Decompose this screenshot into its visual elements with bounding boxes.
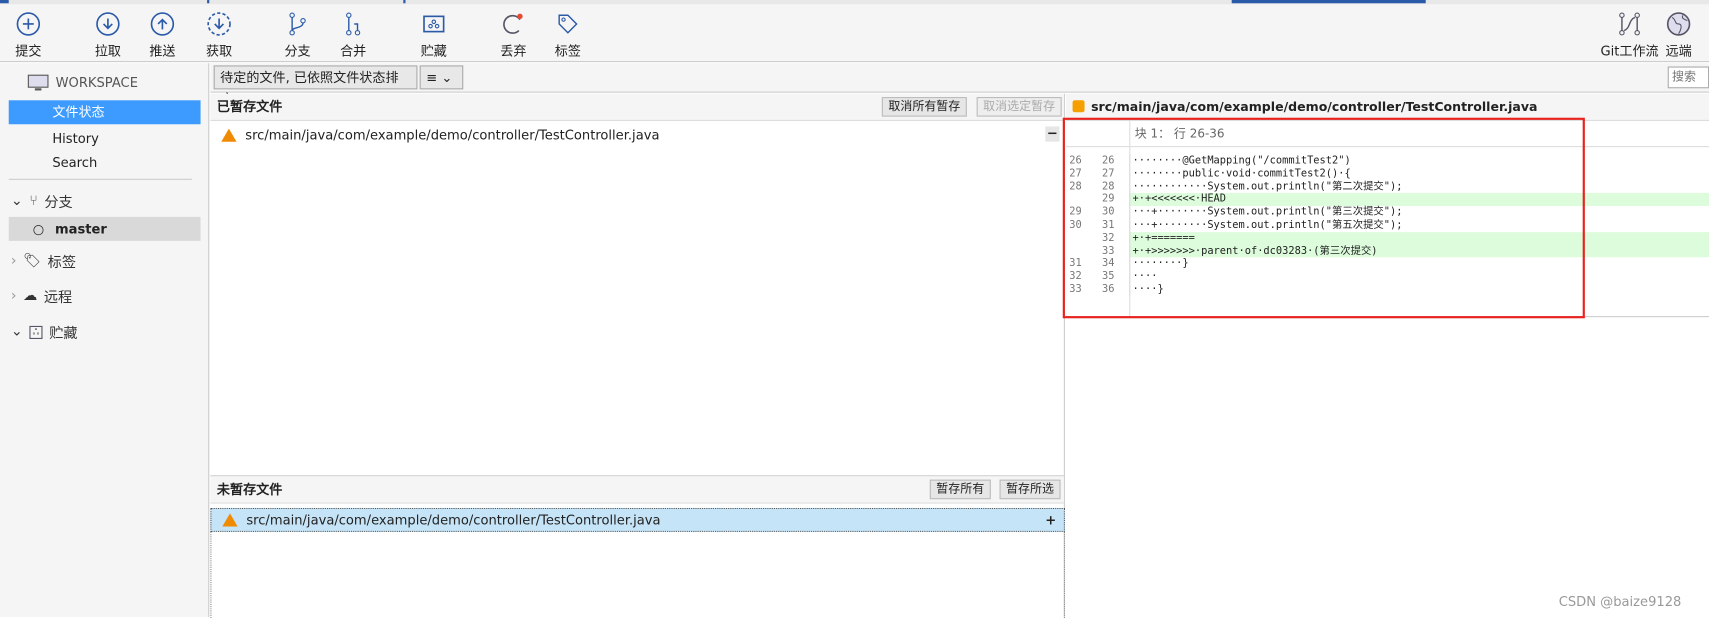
sidebar: WORKSPACE 文件状态 History Search ⌄ ⑂ 分支 ○ mast… — [0, 63, 210, 617]
unstaged-file-row[interactable]: src/main/java/com/example/demo/controlle… — [210, 507, 1065, 532]
search-input[interactable] — [1667, 66, 1709, 89]
chevron-down-icon: ⌄ — [10, 192, 23, 210]
stage-selected-button[interactable]: 暂存所选 — [999, 479, 1061, 500]
staged-file-row[interactable]: src/main/java/com/example/demo/controlle… — [210, 123, 1065, 147]
branch-name: master — [55, 221, 107, 237]
branches-section[interactable]: ⌄ ⑂ 分支 — [11, 191, 73, 212]
toolbar-stash-button[interactable]: 贮藏 — [407, 11, 462, 60]
chevron-right-icon: › — [10, 252, 17, 270]
push-icon — [150, 12, 175, 36]
toolbar-label: 拉取 — [94, 43, 121, 59]
stash-icon: ஃ — [29, 325, 43, 339]
chevron-down-icon: ⌄ — [10, 323, 23, 341]
toolbar-tag-button[interactable]: 标签 — [541, 11, 596, 60]
tag-icon: 🏷 — [23, 252, 42, 270]
stage-all-button[interactable]: 暂存所有 — [929, 479, 991, 500]
sidebar-item-file-status[interactable]: 文件状态 — [8, 100, 201, 125]
diff-file-path: src/main/java/com/example/demo/controlle… — [1091, 99, 1538, 115]
branch-item-master[interactable]: ○ master — [8, 216, 201, 241]
cloud-icon: ☁ — [23, 287, 38, 305]
toolbar-label: 贮藏 — [420, 43, 447, 59]
file-path: src/main/java/com/example/demo/controlle… — [246, 512, 661, 528]
tags-section[interactable]: › 🏷 标签 — [11, 251, 76, 272]
staged-title: 已暂存文件 — [216, 99, 283, 115]
remotes-section[interactable]: › ☁ 远程 — [11, 286, 72, 307]
toolbar-branch-button[interactable]: 分支 — [270, 11, 325, 60]
toolbar-label: 远端 — [1665, 43, 1692, 59]
unstage-all-button[interactable]: 取消所有暂存 — [881, 97, 967, 117]
toolbar-label: 提交 — [15, 43, 42, 59]
toolbar-commit-button[interactable]: 提交 — [1, 11, 56, 60]
highlight-box — [1062, 117, 1585, 319]
warning-icon — [221, 128, 237, 142]
unstage-selected-button[interactable]: 取消选定暂存 — [976, 97, 1062, 117]
workspace-header: WORKSPACE — [27, 74, 138, 91]
file-modified-icon — [1072, 100, 1085, 113]
current-branch-icon: ○ — [32, 221, 45, 237]
stage-file-plus-icon[interactable]: + — [1045, 512, 1056, 527]
toolbar-label: Git工作流 — [1600, 43, 1659, 59]
toolbar-label: 标签 — [554, 43, 581, 59]
toolbar-label: 获取 — [205, 43, 233, 59]
unstage-file-minus-icon[interactable]: − — [1045, 126, 1060, 142]
main-toolbar: 提交 拉取 推送 获取 分支 合并 贮藏 丢弃 标签 Git工作流 远端 — [0, 4, 1709, 63]
filter-bar: 待定的文件, 已依照文件状态排序 ⌄ ≡ ⌄ — [210, 63, 1709, 107]
commit-icon — [16, 12, 41, 36]
sort-dropdown[interactable]: 待定的文件, 已依照文件状态排序 ⌄ — [213, 65, 418, 107]
unstaged-title: 未暂存文件 — [216, 481, 283, 498]
watermark: CSDN @baize9128 — [1558, 594, 1682, 610]
discard-icon — [503, 13, 523, 34]
sidebar-item-search[interactable]: Search — [9, 150, 201, 174]
workspace-label: WORKSPACE — [55, 75, 138, 91]
toolbar-pull-button[interactable]: 拉取 — [81, 11, 136, 60]
file-path: src/main/java/com/example/demo/controlle… — [245, 127, 660, 143]
toolbar-discard-button[interactable]: 丢弃 — [486, 11, 541, 60]
chevron-right-icon: › — [10, 287, 17, 305]
stashes-label: 贮藏 — [49, 325, 78, 343]
toolbar-fetch-button[interactable]: 获取 — [192, 11, 247, 60]
view-mode-dropdown[interactable]: ≡ ⌄ — [419, 65, 464, 90]
toolbar-push-button[interactable]: 推送 — [135, 11, 190, 60]
merge-icon — [346, 12, 361, 36]
toolbar-label: 丢弃 — [500, 43, 527, 59]
branches-label: 分支 — [44, 195, 73, 212]
file-list-area — [210, 531, 1065, 618]
toolbar-label: 推送 — [149, 43, 176, 59]
branch-icon: ⑂ — [29, 192, 38, 210]
monitor-icon — [27, 74, 49, 91]
divider — [8, 178, 192, 180]
toolbar-globe-button[interactable]: 远端 — [1657, 11, 1701, 60]
stashes-section[interactable]: ⌄ ஃ 贮藏 — [11, 322, 78, 343]
warning-icon — [222, 513, 238, 527]
list-icon: ≡ — [426, 69, 438, 86]
globe-icon — [1666, 12, 1691, 36]
git-flow-icon — [1619, 12, 1640, 36]
pull-icon — [96, 12, 120, 36]
toolbar-merge-button[interactable]: 合并 — [326, 11, 381, 60]
branch-icon — [289, 12, 306, 36]
toolbar-git-flow-button[interactable]: Git工作流 — [1597, 11, 1662, 60]
tags-label: 标签 — [47, 255, 77, 272]
tag-icon — [558, 14, 578, 34]
remotes-label: 远程 — [43, 289, 73, 307]
sidebar-item-history[interactable]: History — [9, 126, 201, 150]
toolbar-label: 合并 — [340, 43, 367, 59]
unstaged-panel: 未暂存文件 暂存所有 暂存所选 src/main/java/com/exampl… — [210, 475, 1065, 618]
fetch-icon — [207, 12, 231, 36]
stash-icon — [423, 15, 445, 33]
staged-panel: 已暂存文件 取消所有暂存 取消选定暂存 src/main/java/com/ex… — [210, 93, 1065, 476]
toolbar-label: 分支 — [284, 43, 311, 59]
